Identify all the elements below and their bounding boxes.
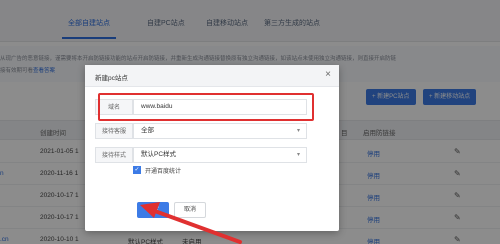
confirm-button[interactable]: 确定 bbox=[137, 202, 169, 218]
group-label: 接待客服 bbox=[95, 123, 133, 139]
close-icon[interactable]: × bbox=[325, 69, 331, 80]
new-pc-site-dialog: 新建pc站点 × 域名 www.baidu 接待客服 全部 ▾ 接待样式 默认P… bbox=[85, 65, 339, 231]
group-select[interactable]: 全部 ▾ bbox=[133, 123, 307, 139]
style-label: 接待样式 bbox=[95, 147, 133, 163]
style-row: 接待样式 默认PC样式 ▾ bbox=[95, 147, 317, 163]
group-select-value: 全部 bbox=[141, 127, 154, 134]
chevron-down-icon: ▾ bbox=[296, 152, 300, 158]
domain-highlight-box bbox=[98, 93, 314, 121]
style-select-value: 默认PC样式 bbox=[141, 151, 177, 158]
dialog-title: 新建pc站点 bbox=[95, 75, 128, 82]
dialog-header: 新建pc站点 × bbox=[85, 65, 339, 87]
chevron-down-icon: ▾ bbox=[296, 128, 300, 134]
style-select[interactable]: 默认PC样式 ▾ bbox=[133, 147, 307, 163]
cancel-button[interactable]: 取消 bbox=[174, 202, 206, 218]
baidu-stats-checkbox[interactable]: ✓ bbox=[133, 166, 141, 174]
group-row: 接待客服 全部 ▾ bbox=[95, 123, 317, 139]
baidu-stats-label: 开通百度统计 bbox=[145, 169, 182, 175]
